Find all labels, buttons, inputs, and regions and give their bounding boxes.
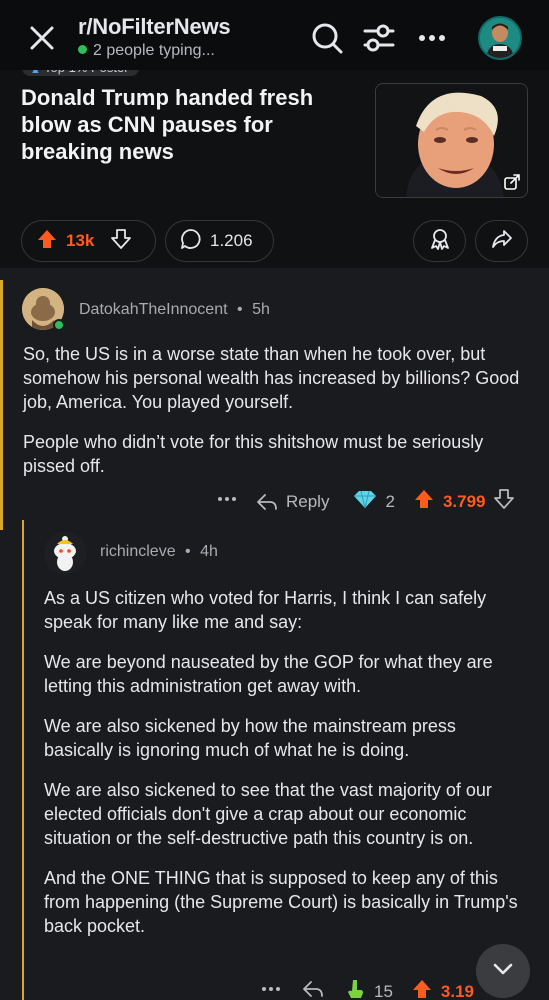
typing-status-text: 2 people typing...	[93, 42, 215, 59]
filter-icon[interactable]	[361, 20, 397, 56]
comment-paragraph: We are also sickened by how the mainstre…	[44, 716, 456, 760]
upvote-icon[interactable]	[36, 228, 58, 255]
comment-body: So, the US is in a worse state than when…	[23, 342, 528, 494]
external-link-icon	[503, 173, 521, 191]
comment-paragraph: And the ONE THING that is supposed to ke…	[44, 868, 518, 936]
online-status-dot	[53, 319, 65, 331]
close-icon[interactable]	[26, 22, 58, 54]
online-dot	[78, 45, 87, 54]
comment-paragraph: As a US citizen who voted for Harris, I …	[44, 588, 487, 632]
separator-dot: •	[237, 301, 243, 318]
username[interactable]: richincleve	[100, 543, 176, 560]
user-avatar[interactable]	[478, 16, 522, 60]
search-icon[interactable]	[309, 20, 345, 56]
reply-button[interactable]: Reply	[256, 492, 329, 512]
typing-indicator: 2 people typing...	[78, 42, 215, 60]
comment-author[interactable]: richincleve • 4h	[100, 543, 218, 561]
username[interactable]: DatokahTheInnocent	[79, 301, 228, 318]
comment-paragraph: We are beyond nauseated by the GOP for w…	[44, 652, 493, 696]
share-button[interactable]	[475, 220, 528, 262]
scroll-down-button[interactable]	[476, 944, 530, 998]
comment-bubble-icon	[180, 228, 202, 255]
avatar[interactable]	[44, 532, 86, 574]
downvote-icon[interactable]	[493, 488, 515, 515]
comment-time: 5h	[252, 301, 270, 318]
subreddit-name[interactable]: r/NoFilterNews	[78, 14, 231, 40]
comment-body: As a US citizen who voted for Harris, I …	[44, 586, 528, 954]
comment-paragraph: People who didn’t vote for this shitshow…	[23, 432, 484, 476]
award-icon	[429, 228, 451, 255]
more-options-icon[interactable]	[414, 20, 450, 56]
more-options-icon[interactable]	[216, 489, 238, 514]
share-icon	[491, 228, 513, 255]
award-count: 2	[385, 491, 395, 511]
comment-time: 4h	[200, 543, 218, 560]
comment-score: 3.799	[442, 491, 486, 511]
comment-author[interactable]: DatokahTheInnocent • 5h	[79, 301, 270, 319]
downvote-icon[interactable]	[110, 228, 132, 255]
award-button[interactable]	[413, 220, 466, 262]
separator-dot: •	[185, 543, 191, 560]
post-thumbnail[interactable]	[375, 83, 528, 198]
upvote-icon[interactable]	[411, 978, 433, 1000]
award-badge[interactable]: 2	[353, 489, 395, 514]
chevron-down-icon	[490, 956, 516, 987]
pointing-hand-award-icon	[344, 978, 366, 1000]
reply-thread-line	[22, 520, 24, 1000]
comment-actions: Reply 2 3.799	[216, 488, 515, 515]
comments-button[interactable]: 1.206	[165, 220, 274, 262]
comment-paragraph: We are also sickened to see that the vas…	[44, 780, 492, 848]
diamond-award-icon	[353, 489, 377, 514]
comment-score: 3.19	[440, 981, 475, 1000]
upvote-icon[interactable]	[413, 488, 435, 515]
post-card[interactable]: ▲Top 1% Poster Donald Trump handed fresh…	[0, 60, 549, 268]
post-score: 13k	[66, 231, 95, 250]
more-options-icon[interactable]	[260, 979, 282, 1000]
post-title[interactable]: Donald Trump handed fresh blow as CNN pa…	[21, 84, 351, 165]
reply-label: Reply	[286, 491, 330, 511]
top-bar: r/NoFilterNews 2 people typing...	[0, 0, 549, 70]
comment-count: 1.206	[210, 231, 253, 250]
comment-thread: DatokahTheInnocent • 5h So, the US is in…	[0, 268, 549, 1000]
comment-paragraph: So, the US is in a worse state than when…	[23, 344, 520, 412]
post-vote-bar: 13k	[21, 220, 156, 262]
reply-icon[interactable]	[302, 979, 324, 1000]
comment-actions: 15 3.19	[260, 978, 474, 1000]
award-badge[interactable]: 15	[344, 978, 393, 1000]
award-count: 15	[374, 981, 393, 1000]
thread-line	[0, 280, 3, 530]
